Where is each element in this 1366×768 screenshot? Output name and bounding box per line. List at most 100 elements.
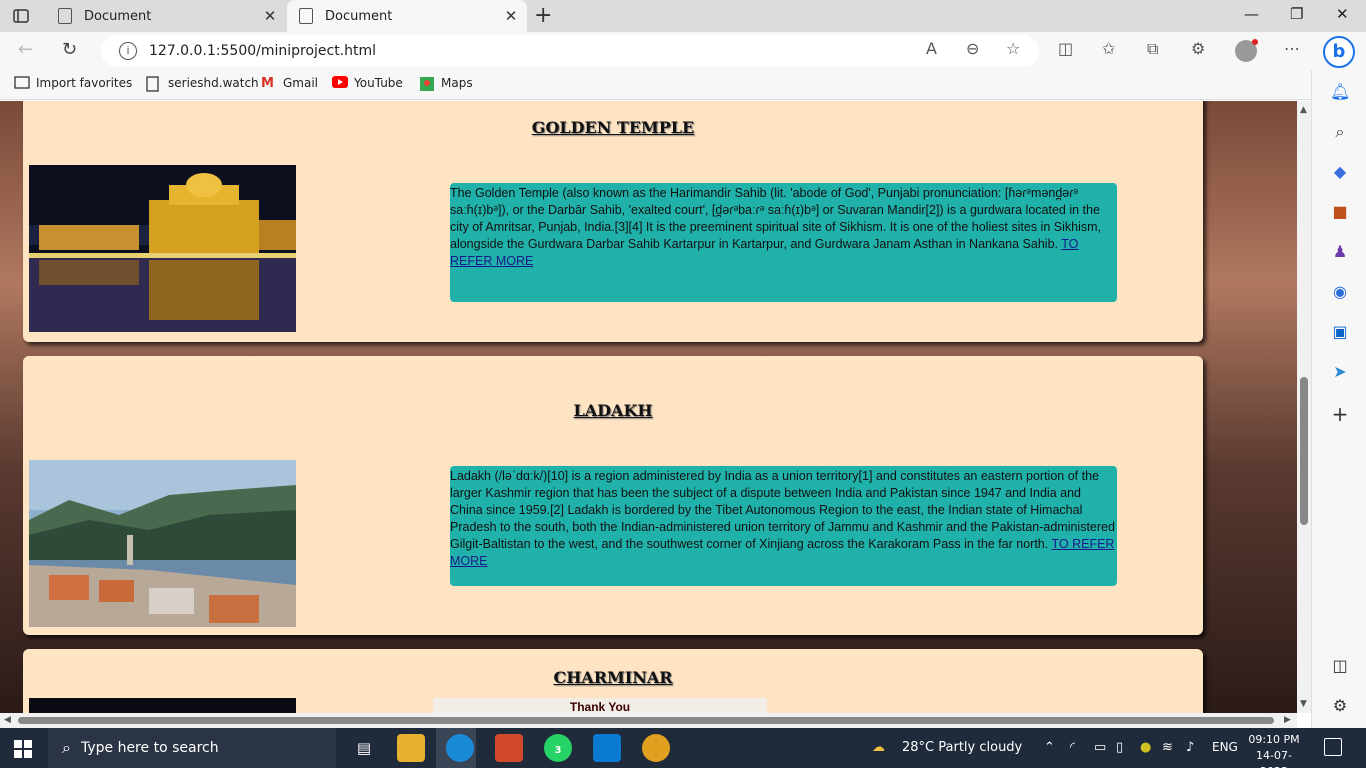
import-icon [14, 76, 30, 90]
favorite-label: YouTube [354, 76, 403, 90]
read-aloud-icon[interactable]: A [926, 39, 937, 58]
favorite-star-icon[interactable]: ☆ [1006, 39, 1020, 58]
youtube-icon [332, 76, 348, 90]
notification-icon[interactable] [1324, 738, 1342, 756]
refresh-icon[interactable]: ↻ [62, 39, 77, 60]
search-icon: ⌕ [62, 738, 71, 757]
notification-dot [1252, 39, 1258, 45]
scroll-left-icon[interactable]: ◀ [4, 715, 11, 725]
close-window-button[interactable]: ✕ [1336, 5, 1349, 23]
chrome-icon[interactable] [642, 734, 670, 762]
send-icon[interactable]: ➤ [1330, 362, 1350, 382]
address-bar-row: ← ↻ i 127.0.0.1:5500/miniproject.html A … [0, 32, 1366, 70]
edge-icon[interactable] [446, 734, 474, 762]
add-icon[interactable]: + [1330, 404, 1350, 424]
weather-text[interactable]: 28°C Partly cloudy [902, 740, 1022, 755]
favorite-serieshd[interactable]: serieshd.watch [146, 76, 259, 92]
games-icon[interactable]: ♟ [1330, 242, 1350, 262]
collections-icon[interactable]: ⧉ [1147, 39, 1158, 59]
shopping-tag-icon[interactable]: ◆ [1330, 162, 1350, 182]
tab-strip: Document ✕ Document ✕ + — ❐ ✕ [0, 0, 1366, 32]
page-viewport: GOLDEN TEMPLE The Golden Temple (also kn… [0, 101, 1297, 713]
tab-document-1[interactable]: Document ✕ [46, 0, 286, 32]
more-options-icon[interactable]: ⋯ [1284, 39, 1300, 58]
windows-taskbar: ⌕ Type here to search ▤ 3 ☁ 28°C Partly … [0, 728, 1366, 768]
address-bar[interactable]: i 127.0.0.1:5500/miniproject.html [101, 35, 1039, 67]
hide-sidebar-icon[interactable]: ◫ [1330, 656, 1350, 676]
page-icon [146, 76, 162, 92]
card-title: LADAKH [573, 401, 653, 420]
microsoft-store-icon[interactable] [495, 734, 523, 762]
close-icon[interactable]: ✕ [499, 7, 523, 25]
info-icon[interactable]: i [119, 42, 137, 60]
search-placeholder: Type here to search [80, 740, 219, 756]
favorite-label: Maps [441, 76, 473, 90]
zoom-out-icon[interactable]: ⊖ [966, 39, 979, 58]
favorite-maps[interactable]: Maps [419, 76, 473, 91]
card-title: GOLDEN TEMPLE [531, 118, 695, 137]
golden-temple-image [29, 165, 296, 332]
vertical-scrollbar[interactable]: ▲ ▼ [1297, 101, 1311, 713]
ladakh-description: Ladakh (/ləˈdɑːk/)[10] is a region admin… [450, 466, 1117, 586]
scroll-up-icon[interactable]: ▲ [1300, 105, 1307, 115]
outlook-icon[interactable]: ▣ [1330, 322, 1350, 342]
close-icon[interactable]: ✕ [258, 7, 282, 25]
scroll-thumb[interactable] [18, 717, 1274, 724]
golden-temple-description: The Golden Temple (also known as the Har… [450, 183, 1117, 302]
card-text: The Golden Temple (also known as the Har… [450, 186, 1101, 251]
whatsapp-badge: 3 [554, 745, 562, 756]
tab-title: Document [84, 8, 152, 24]
charminar-image [29, 698, 296, 713]
vscode-icon[interactable] [593, 734, 621, 762]
ladakh-image [29, 460, 296, 627]
new-tab-button[interactable]: + [534, 3, 552, 28]
favorite-youtube[interactable]: YouTube [332, 76, 403, 90]
device-icon[interactable]: ▭ [1094, 740, 1106, 755]
tab-document-2[interactable]: Document ✕ [287, 0, 527, 32]
favorite-label: Gmail [283, 76, 319, 90]
bell-icon[interactable]: 🔔︎ [1330, 82, 1350, 102]
scroll-right-icon[interactable]: ▶ [1284, 715, 1291, 725]
wifi-icon[interactable]: ≋ [1162, 740, 1173, 755]
restore-button[interactable]: ❐ [1290, 5, 1303, 23]
url-text[interactable]: 127.0.0.1:5500/miniproject.html [149, 43, 376, 59]
extensions-icon[interactable]: ⚙ [1191, 39, 1205, 58]
clock[interactable]: 09:10 PM 14-07-2023 [1244, 732, 1304, 768]
horizontal-scrollbar[interactable]: ◀ ▶ [0, 713, 1297, 728]
favorite-import[interactable]: Import favorites [14, 76, 132, 90]
microsoft365-icon[interactable]: ◉ [1330, 282, 1350, 302]
task-view-icon[interactable]: ▤ [350, 734, 378, 762]
weather-icon[interactable]: ☁ [872, 740, 885, 755]
taskbar-search[interactable]: ⌕ Type here to search [48, 728, 336, 768]
scroll-down-icon[interactable]: ▼ [1300, 699, 1307, 709]
volume-icon[interactable]: ♪ [1186, 740, 1194, 755]
search-icon[interactable]: ⌕ [1330, 122, 1350, 142]
language-indicator[interactable]: ENG [1212, 740, 1238, 754]
battery-icon[interactable]: ▯ [1116, 740, 1123, 755]
network-icon[interactable]: ◜ [1070, 740, 1075, 755]
chevron-up-icon[interactable]: ⌃ [1044, 740, 1055, 755]
page-icon [299, 8, 313, 24]
tab-actions-icon[interactable] [12, 7, 30, 25]
favorites-icon[interactable]: ✩ [1102, 39, 1115, 58]
back-icon[interactable]: ← [18, 39, 33, 60]
tab-title: Document [325, 8, 393, 24]
favorite-label: Import favorites [36, 76, 133, 90]
ladakh-card: LADAKH Ladakh (/ləˈdɑːk/)[10] is a regio… [23, 356, 1203, 635]
app-tray-icon[interactable]: ● [1140, 740, 1151, 755]
settings-gear-icon[interactable]: ⚙ [1330, 696, 1350, 716]
date: 14-07-2023 [1256, 749, 1292, 768]
thank-you-footer: Thank You [433, 698, 767, 713]
minimize-button[interactable]: — [1244, 5, 1259, 23]
time: 09:10 PM [1248, 733, 1300, 746]
whatsapp-icon[interactable]: 3 [544, 734, 572, 762]
favorite-label: serieshd.watch [168, 76, 259, 90]
bing-chat-icon[interactable]: b [1323, 36, 1355, 68]
golden-temple-card: GOLDEN TEMPLE The Golden Temple (also kn… [23, 101, 1203, 342]
scroll-thumb[interactable] [1300, 377, 1308, 525]
tools-icon[interactable]: ■ [1330, 202, 1350, 222]
split-screen-icon[interactable]: ◫ [1058, 39, 1073, 58]
file-explorer-icon[interactable] [397, 734, 425, 762]
favorite-gmail[interactable]: M Gmail [261, 76, 319, 91]
windows-start-icon[interactable] [14, 740, 32, 758]
